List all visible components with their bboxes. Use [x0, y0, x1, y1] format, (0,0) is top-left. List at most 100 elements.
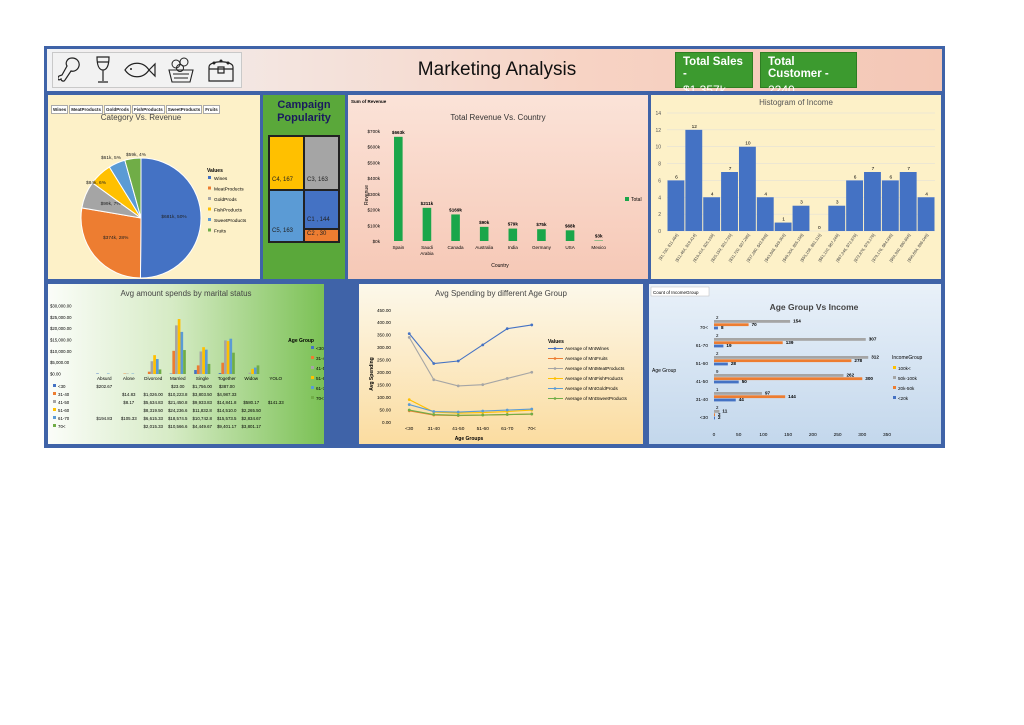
- y-tick-label: 300.00: [377, 345, 391, 350]
- x-tick-label: 31-40: [428, 426, 441, 432]
- bar: [394, 136, 403, 241]
- x-tick-label: 70<: [528, 426, 536, 432]
- bar-data-label: 44: [739, 397, 745, 402]
- pie-chart: Category Vs. Revenue Values $681k, 50% $3…: [80, 113, 247, 279]
- pie-data-label: $374k, 28%: [103, 235, 129, 241]
- histogram-bar: [846, 180, 864, 231]
- legend-swatch: [53, 408, 56, 411]
- fruit-basket-icon: [168, 57, 195, 83]
- x-tick-label: 300: [858, 432, 866, 438]
- x-tick-label: 0: [713, 432, 716, 438]
- x-tick-label: 350: [883, 432, 891, 438]
- bar: [451, 214, 460, 241]
- total-sales-label: Total Sales -: [683, 56, 743, 80]
- legend-item: Average of MntSweetProducts: [565, 396, 628, 401]
- legend-item: Average of MntGoldProds: [565, 386, 618, 391]
- legend-marker: [553, 397, 557, 400]
- legend-swatch: [311, 346, 314, 349]
- bar: [714, 398, 736, 402]
- legend-swatch: [53, 424, 56, 427]
- table-cell: $3,803.50: [192, 392, 212, 397]
- legend-marker: [553, 367, 557, 370]
- y-tick-label: 50.00: [380, 407, 392, 412]
- campaign-panel: Campaign Popularity C4, 167 C3, 163 C5, …: [263, 95, 345, 279]
- data-point: [530, 407, 534, 411]
- row-header: 61-70: [58, 416, 70, 421]
- histogram-bar: [721, 172, 738, 231]
- legend-swatch: [53, 384, 56, 387]
- wine-glass-icon: [95, 56, 110, 83]
- bar-data-label: 4: [711, 191, 714, 197]
- legend-item: <20k: [898, 396, 909, 401]
- histogram-bar: [774, 222, 792, 231]
- legend-swatch: [893, 376, 896, 379]
- y-tick-label: 450.00: [377, 308, 391, 313]
- age-spend-title: Avg Spending by different Age Group: [435, 289, 567, 298]
- data-point: [407, 335, 411, 339]
- bar-data-label: 12: [692, 124, 698, 130]
- age-spend-legend-title: Values: [548, 339, 564, 345]
- x-tick-label: Spain: [392, 245, 404, 250]
- x-tick-label: Widow: [244, 376, 258, 381]
- y-tick-label: $0.00: [50, 372, 61, 377]
- legend-swatch: [311, 386, 314, 389]
- legend-swatch: [53, 392, 56, 395]
- data-point: [530, 412, 534, 416]
- y-tick-label: 14: [655, 111, 661, 117]
- bar: [199, 351, 203, 374]
- age-income-legend-title: IncomeGroup: [892, 355, 923, 361]
- x-tick-label: 50: [736, 432, 742, 438]
- bar: [714, 362, 728, 366]
- x-tick-label: 61-70: [501, 426, 514, 432]
- country-xlabel: Country: [491, 263, 509, 269]
- total-customer-value: 2240: [768, 83, 795, 91]
- bar-data-label: $79k: [508, 222, 519, 227]
- x-tick-label: Divorced: [144, 376, 163, 381]
- treasure-chest-icon: [208, 59, 234, 82]
- bar-data-label: 7: [872, 166, 875, 172]
- pie-data-label: $681k, 50%: [161, 214, 187, 220]
- table-cell: $580.17: [243, 400, 259, 405]
- y-tick-label: 51-60: [696, 361, 709, 367]
- histogram-bar: [685, 129, 703, 231]
- table-cell: $10,223.8: [168, 392, 188, 397]
- data-point: [407, 403, 411, 406]
- bar: [714, 323, 749, 327]
- y-tick-label: $15,000.00: [50, 338, 72, 343]
- bar: [714, 377, 863, 381]
- age-income-chart: Count of IncomeGroup Age Group Vs Income…: [650, 286, 923, 438]
- bar: [196, 365, 200, 374]
- table-cell: $194.83: [96, 416, 112, 421]
- bar-data-label: 7: [729, 166, 732, 172]
- y-tick-label: 350.00: [377, 333, 391, 338]
- y-tick-label: 4: [658, 195, 661, 201]
- bar-data-label: 307: [869, 337, 877, 342]
- x-tick-label: Alone: [123, 376, 135, 381]
- y-tick-label: 6: [658, 178, 661, 184]
- bar: [565, 230, 575, 241]
- data-point: [456, 413, 460, 417]
- age-spending-panel: Avg Spending by different Age Group Age …: [359, 284, 643, 444]
- bar: [207, 363, 211, 374]
- bar: [204, 349, 208, 374]
- bar-data-label: 10: [745, 141, 751, 147]
- pie-data-label: $84k, 6%: [86, 180, 107, 186]
- table-cell: $9,401.17: [217, 424, 237, 429]
- table-cell: $2,834.67: [241, 416, 261, 421]
- bar: [180, 331, 184, 374]
- y-tick-label: 61-70: [696, 343, 709, 349]
- y-tick-label: 150.00: [377, 382, 391, 387]
- legend-item: 100k<: [898, 366, 911, 371]
- table-cell: $5,634.83: [143, 400, 163, 405]
- bar: [158, 369, 162, 374]
- x-tick-label: 41-50: [452, 426, 465, 432]
- histogram-title: Histogram of Income: [759, 98, 833, 107]
- bar: [714, 344, 724, 348]
- x-tick-label: 51-60: [477, 426, 490, 432]
- table-cell: $2,265.50: [241, 408, 261, 413]
- data-point: [505, 327, 509, 331]
- bar-data-label: $75k: [536, 222, 547, 227]
- bar-data-label: 9: [716, 369, 719, 374]
- y-tick-label: 31-40: [696, 397, 709, 403]
- histogram-bar: [738, 146, 756, 231]
